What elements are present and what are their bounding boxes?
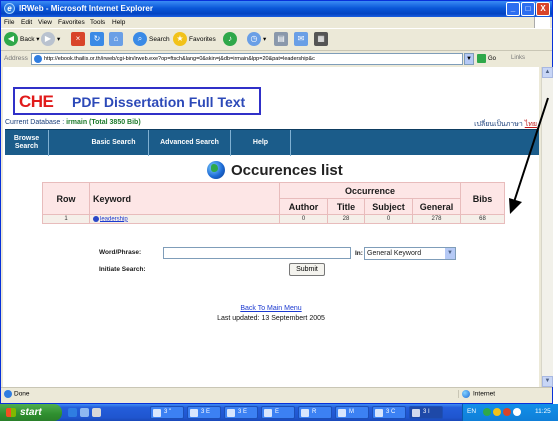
annotation-arrow	[509, 97, 549, 214]
antivirus-icon[interactable]	[503, 408, 511, 416]
quicklaunch-app-icon[interactable]	[92, 408, 101, 417]
taskbar: start 3 " 3 E 3 E E R M 3 C 3 I EN 11:25	[0, 404, 558, 421]
taskbar-item-active[interactable]: 3 I	[409, 406, 443, 419]
quicklaunch-desktop-icon[interactable]	[80, 408, 89, 417]
taskbar-item[interactable]: 3 C	[372, 406, 406, 419]
volume-icon[interactable]	[513, 408, 521, 416]
taskbar-item[interactable]: 3 E	[187, 406, 221, 419]
start-button[interactable]: start	[0, 404, 62, 421]
taskbar-item[interactable]: E	[261, 406, 295, 419]
taskbar-item[interactable]: 3 "	[150, 406, 184, 419]
security-icon[interactable]	[493, 408, 501, 416]
start-label: start	[20, 407, 42, 418]
network-icon[interactable]	[483, 408, 491, 416]
input-language[interactable]: EN	[467, 408, 476, 415]
taskbar-item[interactable]: M	[335, 406, 369, 419]
tray-icons	[483, 408, 528, 417]
taskbar-item[interactable]: 3 E	[224, 406, 258, 419]
taskbar-item[interactable]: R	[298, 406, 332, 419]
quicklaunch-ie-icon[interactable]	[68, 408, 77, 417]
system-tray: EN 11:25	[462, 404, 558, 421]
clock: 11:25	[535, 408, 551, 415]
windows-flag-icon	[6, 408, 16, 417]
